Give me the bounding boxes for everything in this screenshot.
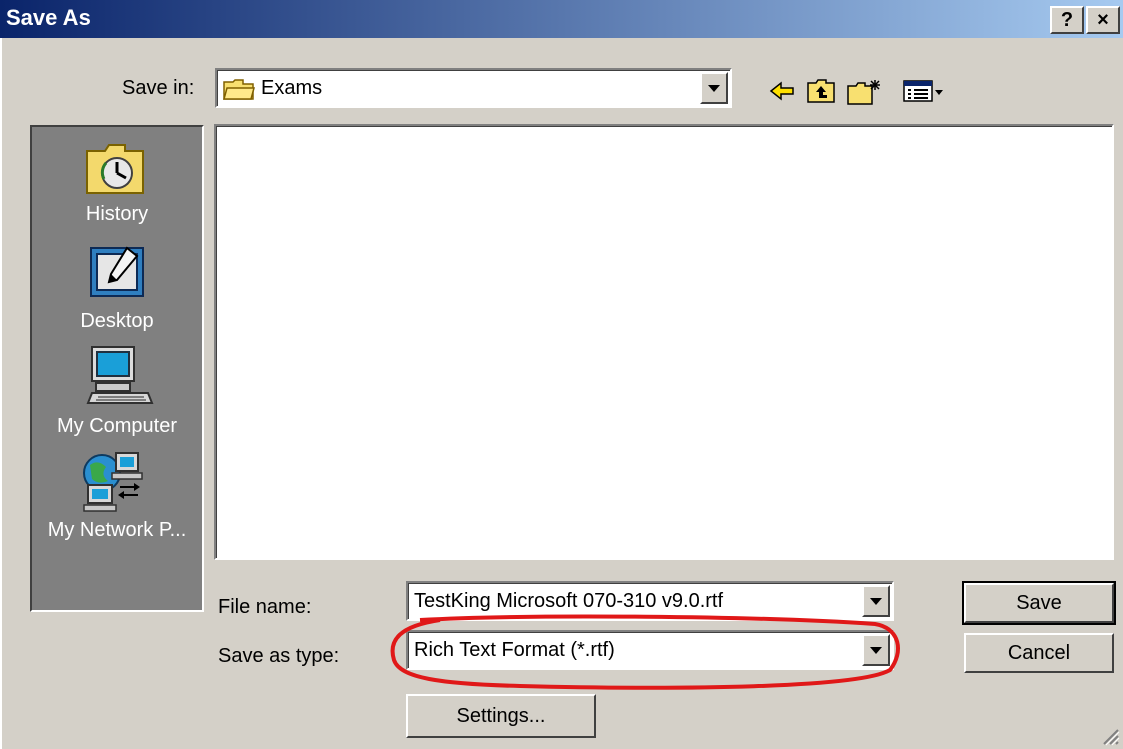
place-history[interactable]: History (32, 137, 202, 239)
views-menu-icon[interactable] (902, 78, 944, 104)
settings-button[interactable]: Settings... (406, 694, 596, 738)
save-as-type-label: Save as type: (218, 645, 340, 667)
place-desktop-label: Desktop (80, 310, 154, 332)
cancel-button[interactable]: Cancel (964, 633, 1114, 673)
back-arrow-icon[interactable] (768, 78, 796, 104)
save-button[interactable]: Save (962, 581, 1116, 625)
up-folder-icon[interactable] (806, 78, 836, 104)
place-my-network[interactable]: My Network P... (32, 449, 202, 551)
new-folder-icon[interactable] (846, 78, 882, 106)
place-my-computer-label: My Computer (56, 415, 178, 437)
folder-icon (223, 79, 255, 100)
place-my-computer[interactable]: My Computer (32, 345, 202, 447)
my-network-places-icon (83, 452, 143, 512)
places-bar: History Desktop My Computer My Network P… (30, 125, 204, 612)
title-bar[interactable]: Save As ? × (0, 0, 1123, 38)
resize-grip-icon[interactable] (1100, 726, 1120, 746)
place-my-network-label: My Network P... (47, 519, 187, 541)
place-history-label: History (85, 203, 149, 225)
save-in-combo[interactable]: Exams (215, 68, 732, 108)
window-title: Save As (6, 5, 91, 30)
my-computer-icon (86, 346, 154, 404)
history-icon (86, 144, 144, 194)
red-annotation-circle (390, 614, 900, 690)
file-name-input[interactable]: TestKing Microsoft 070-310 v9.0.rtf (414, 590, 723, 613)
help-button[interactable]: ? (1050, 6, 1084, 34)
close-button[interactable]: × (1086, 6, 1120, 34)
save-in-value: Exams (261, 77, 323, 99)
save-in-label: Save in: (122, 77, 195, 99)
desktop-icon (90, 246, 144, 297)
file-list[interactable] (214, 124, 1114, 560)
place-desktop[interactable]: Desktop (32, 242, 202, 344)
file-name-label: File name: (218, 596, 312, 618)
save-in-dropdown-button[interactable] (700, 72, 728, 104)
